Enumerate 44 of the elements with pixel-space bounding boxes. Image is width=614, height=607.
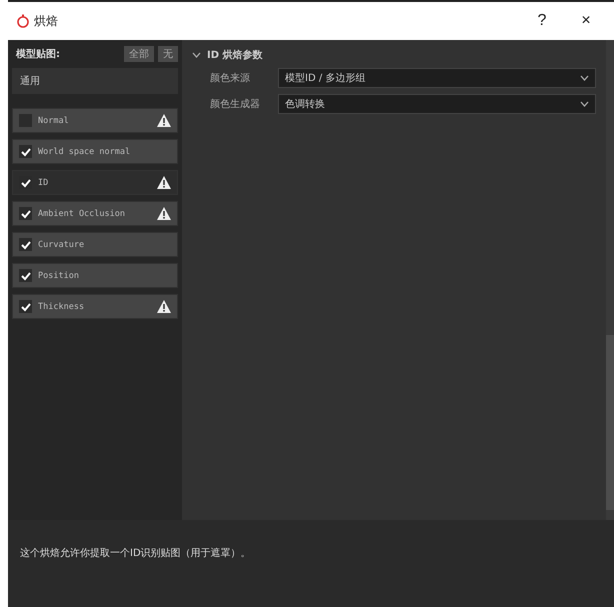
field-label: 颜色生成器	[210, 98, 261, 111]
checkbox[interactable]	[19, 238, 32, 251]
map-item[interactable]: Position	[12, 263, 178, 288]
checkbox[interactable]	[19, 145, 32, 158]
dropdown[interactable]: 模型ID / 多边形组	[278, 68, 596, 88]
map-item[interactable]: Ambient Occlusion	[12, 201, 178, 226]
logo-icon	[16, 14, 30, 28]
map-label: Thickness	[38, 302, 86, 312]
map-label: Normal	[38, 116, 70, 126]
map-label: Position	[38, 270, 80, 280]
check-icon	[20, 240, 30, 250]
checkbox[interactable]	[19, 269, 32, 282]
chevron-icon[interactable]	[192, 52, 201, 58]
filter-button[interactable]: 无	[158, 46, 178, 62]
check-icon	[20, 302, 30, 312]
help-button[interactable]: ?	[522, 6, 562, 36]
map-item[interactable]: Curvature	[12, 232, 178, 257]
checkbox[interactable]	[19, 114, 32, 127]
description-text: 这个烘焙允许你提取一个ID识别贴图（用于遮罩）。	[19, 546, 252, 561]
map-item[interactable]: Thickness	[12, 294, 178, 319]
map-item[interactable]: World space normal	[12, 139, 178, 164]
sidebar-title: 模型贴图:	[16, 48, 61, 61]
map-item[interactable]: Normal	[12, 108, 178, 133]
map-label: Curvature	[38, 240, 86, 250]
group-field[interactable]: 通用	[12, 68, 178, 94]
map-label: ID	[38, 178, 50, 188]
check-icon	[20, 146, 30, 156]
section-title: ID 烘焙参数	[207, 48, 263, 62]
checkbox[interactable]	[19, 300, 32, 313]
scrollbar[interactable]	[606, 40, 614, 520]
checkbox[interactable]	[19, 207, 32, 220]
map-label: World space normal	[38, 146, 132, 156]
window-title: 烘焙	[34, 12, 59, 30]
check-icon	[20, 270, 30, 280]
dropdown[interactable]: 色调转换	[278, 94, 596, 114]
caret-icon	[580, 75, 589, 81]
close-button[interactable]: ×	[566, 6, 606, 36]
check-icon	[20, 178, 30, 188]
check-icon	[20, 208, 30, 218]
field-label: 颜色来源	[210, 72, 251, 85]
map-item[interactable]: ID	[12, 170, 178, 195]
caret-icon	[580, 101, 589, 107]
filter-button[interactable]: 全部	[124, 46, 154, 62]
map-label: Ambient Occlusion	[38, 208, 126, 218]
